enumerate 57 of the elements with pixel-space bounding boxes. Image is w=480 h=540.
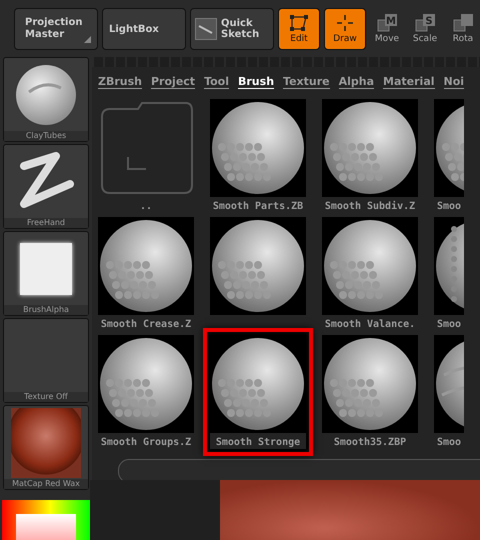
- menu-tab[interactable]: Texture: [283, 75, 330, 89]
- brush-item[interactable]: Smoo: [434, 217, 464, 331]
- brush-label: Smooth Subdiv.Z: [324, 201, 416, 212]
- brush-label: Smooth Groups.Z: [100, 437, 192, 448]
- slot-label: MatCap Red Wax: [4, 479, 88, 489]
- squares-icon: [452, 14, 474, 32]
- brush-item[interactable]: Smooth35.ZBP: [322, 335, 418, 449]
- palette-slot[interactable]: FreeHand: [3, 144, 89, 229]
- brush-item[interactable]: Smoo: [434, 99, 464, 213]
- pencil-icon: [195, 18, 217, 40]
- palette-slot[interactable]: MatCap Red Wax: [3, 405, 89, 490]
- square-alpha-icon: [20, 242, 72, 294]
- brush-item[interactable]: Smooth Groups.Z: [98, 335, 194, 449]
- brush-item[interactable]: Smooth Subdiv.Z: [322, 99, 418, 213]
- move-button[interactable]: M Move: [370, 8, 404, 50]
- menu-tab[interactable]: Alpha: [338, 75, 374, 89]
- brush-label: Smooth Parts.ZB: [212, 201, 304, 212]
- brush-item[interactable]: Smooth Parts.ZB: [210, 99, 306, 213]
- brush-item[interactable]: Smoo: [434, 335, 464, 449]
- menu-tab[interactable]: Material: [383, 75, 435, 89]
- draw-button[interactable]: Draw: [324, 8, 366, 50]
- sphere-icon: [15, 64, 77, 126]
- brush-item[interactable]: Smooth Valance.: [322, 217, 418, 331]
- slot-label: Texture Off: [4, 392, 88, 402]
- edit-icon: [289, 14, 309, 30]
- brush-label: ..: [138, 201, 154, 212]
- brush-label: Smooth35.ZBP: [332, 437, 408, 448]
- brush-item[interactable]: Smooth Stronge: [210, 335, 306, 449]
- folder-icon: [98, 99, 194, 197]
- crosshair-icon: [337, 14, 353, 30]
- menu-tab[interactable]: Tool: [204, 75, 229, 89]
- brush-label: Smooth Crease.Z: [100, 319, 192, 330]
- menu-tab[interactable]: Project: [151, 75, 196, 89]
- menu-tab[interactable]: ZBrush: [98, 75, 142, 89]
- brush-label: Smooth Stronge: [214, 437, 302, 448]
- slot-label: ClayTubes: [4, 131, 88, 141]
- palette-slot[interactable]: Texture Off: [3, 318, 89, 403]
- palette-slot[interactable]: ClayTubes: [3, 57, 89, 142]
- brush-item[interactable]: Smooth Crease.Z: [98, 217, 194, 331]
- palette-slot[interactable]: BrushAlpha: [3, 231, 89, 316]
- brush-label: Smoo: [436, 437, 462, 448]
- slot-label: BrushAlpha: [4, 305, 88, 315]
- scale-button[interactable]: S Scale: [408, 8, 442, 50]
- color-picker[interactable]: [2, 500, 90, 540]
- rotate-button[interactable]: Rota: [446, 8, 480, 50]
- menu-tab[interactable]: Noi: [444, 75, 464, 89]
- toolbar-button[interactable]: Projection Master: [14, 8, 98, 50]
- slot-label: FreeHand: [4, 218, 88, 228]
- brush-label: Smoo: [436, 319, 462, 330]
- corner-icon: [84, 36, 91, 43]
- brush-label: Smoo: [436, 201, 462, 212]
- quick-sketch-button[interactable]: Quick Sketch: [190, 8, 274, 50]
- toolbar-button[interactable]: LightBox: [102, 8, 186, 50]
- edit-button[interactable]: Edit: [278, 8, 320, 50]
- brush-item[interactable]: ..: [98, 99, 194, 213]
- brush-label: Smooth Valance.: [324, 319, 416, 330]
- menu-tab[interactable]: Brush: [238, 75, 274, 89]
